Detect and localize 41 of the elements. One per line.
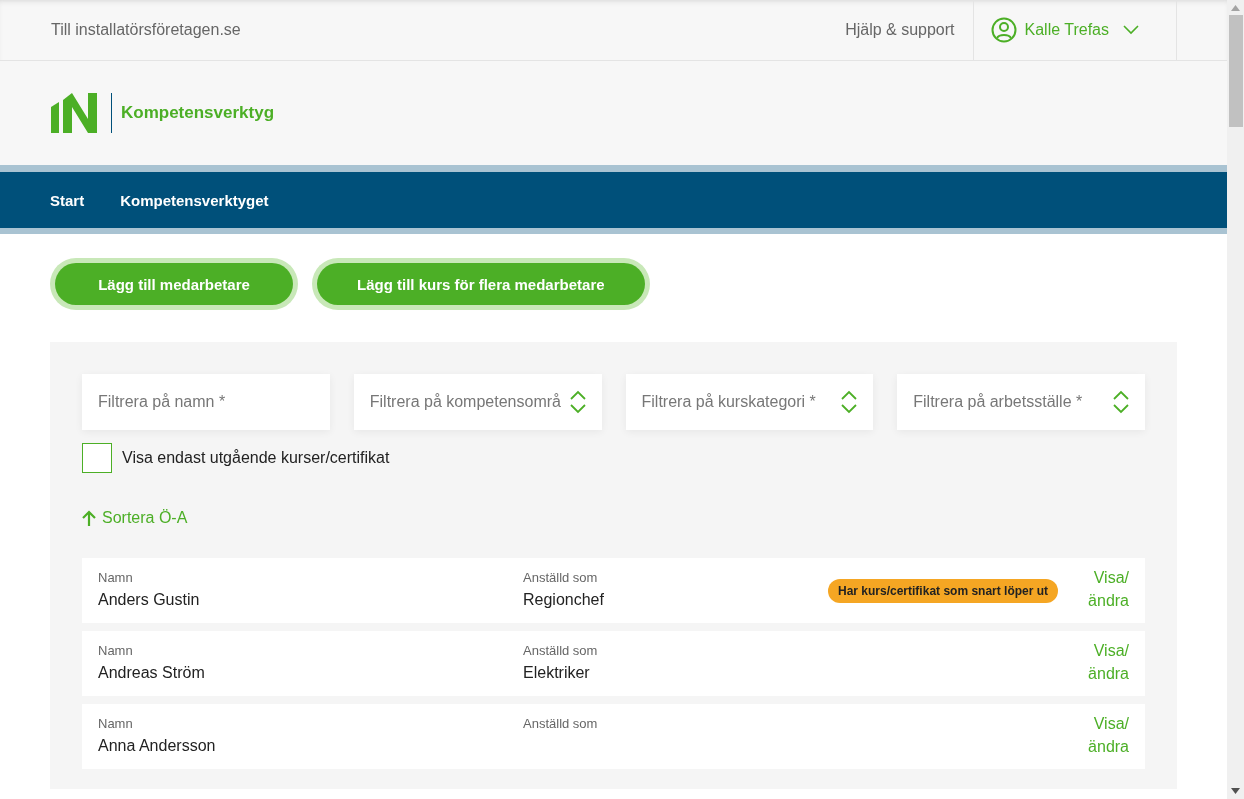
- arrow-up-icon: [82, 510, 96, 526]
- logo-icon: [51, 93, 97, 133]
- field-label: Namn: [98, 643, 134, 658]
- user-icon: [990, 17, 1017, 43]
- employee-name: Andreas Ström: [98, 664, 206, 682]
- sort-arrows-icon: [569, 390, 586, 414]
- view-edit-link[interactable]: Visa/ ändra: [1088, 631, 1129, 685]
- employee-name: Anders Gustin: [98, 591, 201, 609]
- filter-dropdown[interactable]: Filtrera på kompetensområ: [353, 374, 602, 430]
- scrollbar-thumb[interactable]: [1228, 15, 1243, 127]
- field-label: Anställd som: [523, 570, 599, 585]
- sort-arrows-icon: [841, 390, 858, 414]
- checkbox[interactable]: [82, 443, 112, 473]
- help-link[interactable]: Hjälp & support: [845, 21, 955, 39]
- chevron-down-icon: [1123, 25, 1139, 35]
- scrollbar[interactable]: [1227, 0, 1244, 799]
- view-edit-link[interactable]: Visa/ ändra: [1088, 704, 1129, 758]
- field-label: Anställd som: [523, 716, 599, 731]
- warning-badge: Har kurs/certifikat som snart löper ut: [828, 578, 1059, 603]
- add-button[interactable]: Lägg till kurs för flera medarbetare: [317, 263, 645, 305]
- employee-role: Elektriker: [523, 664, 591, 682]
- add-button[interactable]: Lägg till medarbetare: [55, 263, 293, 305]
- view-edit-link[interactable]: Visa/ ändra: [1088, 558, 1129, 612]
- field-label: Namn: [98, 716, 134, 731]
- filter-dropdown[interactable]: Filtrera på arbetsställe *: [897, 374, 1145, 430]
- field-label: Namn: [98, 570, 134, 585]
- employee-role: Regionchef: [523, 591, 605, 609]
- user-menu-button[interactable]: Kalle Trefas: [972, 0, 1177, 60]
- nav-link[interactable]: Start: [50, 191, 85, 209]
- nav-link[interactable]: Kompetensverktyget: [120, 191, 269, 209]
- scroll-up-icon[interactable]: [1231, 5, 1240, 11]
- external-site-link[interactable]: Till installatörsföretagen.se: [51, 21, 241, 39]
- filter-dropdown[interactable]: Filtrera på kurskategori *: [625, 374, 874, 430]
- checkbox-label: Visa endast utgående kurser/certifikat: [122, 449, 390, 467]
- name-filter-field[interactable]: Filtrera på namn *: [82, 374, 330, 430]
- sort-button[interactable]: Sortera Ö-A: [82, 509, 188, 527]
- app-title: Kompetensverktyg: [121, 103, 275, 123]
- employee-name: Anna Andersson: [98, 737, 217, 755]
- field-label: Anställd som: [523, 643, 599, 658]
- scroll-down-icon[interactable]: [1231, 788, 1240, 794]
- sort-arrows-icon: [1113, 390, 1129, 414]
